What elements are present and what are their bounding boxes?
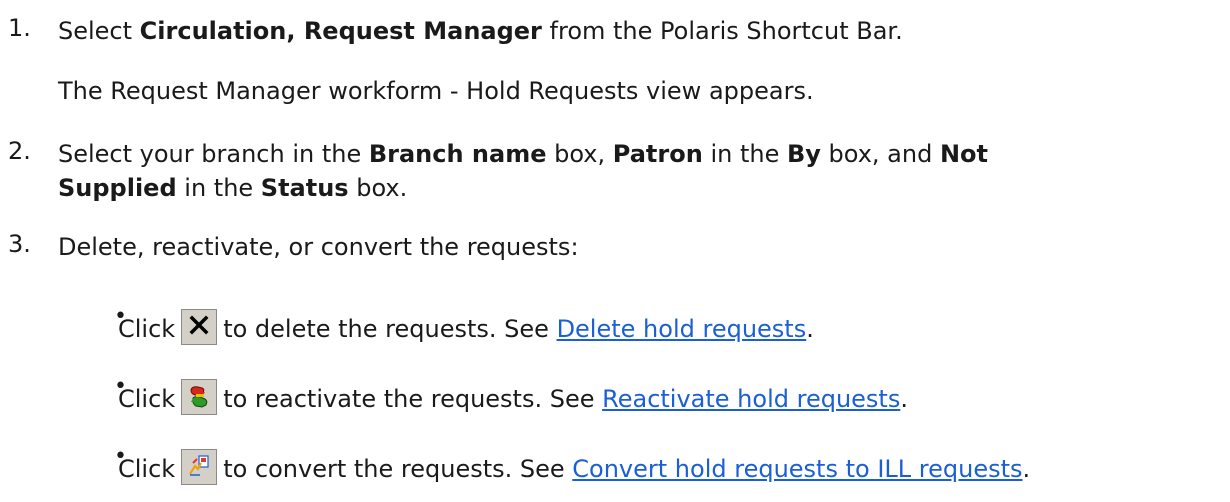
step-2-line-1: Select your branch in the Branch name bo… [58,137,988,171]
step-1-post: from the Polaris Shortcut Bar. [541,17,903,45]
step-2-b2: Patron [612,140,703,168]
step-1-pre: Select [58,17,140,45]
bullet-3: Click to convert the requests. See Conve… [118,449,1031,488]
bullet-1-text: to delete the requests. See [223,315,557,343]
step-1-bold: Circulation, Request Manager [139,17,542,45]
bullet-3-text: to convert the requests. See [223,455,573,483]
convert-ill-icon[interactable] [181,449,218,485]
bullet-3-click: Click [118,455,176,483]
step-2-p6: box. [348,174,408,202]
bullet-2-click: Click [118,385,176,413]
step-number-2: 2. [8,137,31,165]
bullet-2-text: to reactivate the requests. See [223,385,603,413]
reactivate-icon[interactable] [181,379,218,415]
step-2-p2: box, [546,140,613,168]
bullet-3-end: . [1022,455,1031,483]
step-number-1: 1. [8,14,31,42]
step-2-p4: box, and [820,140,940,168]
step-2-b4: Not [939,140,989,168]
reactivate-hold-requests-link[interactable]: Reactivate hold requests [602,385,900,413]
bullet-2-end: . [900,385,908,413]
bullet-1-end: . [806,315,814,343]
delete-hold-requests-link[interactable]: Delete hold requests [557,315,807,343]
step-2-p5: in the [176,174,261,202]
step-1-result: The Request Manager workform - Hold Requ… [58,77,814,105]
bullet-1-click: Click [118,315,176,343]
procedure-document: 1. Select Circulation, Request Manager f… [0,0,1230,502]
step-2-b1: Branch name [368,140,547,168]
step-2-b3: By [786,140,821,168]
step-1-text: Select Circulation, Request Manager from… [58,14,903,48]
step-2-p1: Select your branch in the [58,140,369,168]
convert-hold-requests-to-ill-link[interactable]: Convert hold requests to ILL requests [572,455,1022,483]
delete-x-icon[interactable] [181,309,218,345]
step-number-3: 3. [8,230,31,258]
step-2-b6: Status [260,174,349,202]
step-2-p3: in the [702,140,787,168]
bullet-1: Click to delete the requests. See Delete … [118,309,814,348]
step-2-line-2: Supplied in the Status box. [58,171,407,205]
step-2-b5: Supplied [58,174,177,202]
bullet-2: Click to reactivate the requests. See Re… [118,379,908,418]
step-3-text: Delete, reactivate, or convert the reque… [58,233,579,261]
